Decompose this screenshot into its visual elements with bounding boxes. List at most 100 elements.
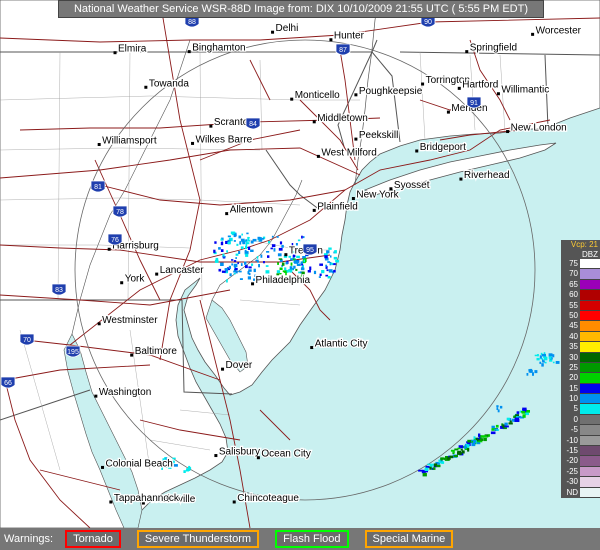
city-dot <box>225 212 229 216</box>
city-label: Springfield <box>470 43 517 54</box>
city-dot <box>221 367 225 371</box>
shield-label: 87 <box>339 47 347 54</box>
echo-pixel <box>480 435 485 438</box>
interstate-shield: 95 <box>302 243 318 256</box>
shield-label: 95 <box>306 247 314 254</box>
city-label: Delhi <box>276 23 299 34</box>
echo-pixel <box>548 356 552 359</box>
echo-pixel <box>295 268 298 271</box>
city-label: Hartford <box>462 79 498 90</box>
echo-pixel <box>238 270 242 273</box>
city-marker: Binghamton <box>187 41 247 55</box>
echo-pixel <box>273 248 276 252</box>
shield-label: 76 <box>111 237 119 244</box>
echo-pixel <box>234 268 238 271</box>
echo-pixel <box>453 455 458 458</box>
legend-swatch <box>580 435 600 447</box>
legend-swatch <box>580 383 600 395</box>
legend-row: 45 <box>561 321 600 332</box>
legend-swatch <box>580 425 600 436</box>
city-dot <box>496 92 500 96</box>
echo-pixel <box>185 469 190 472</box>
echo-pixel <box>247 276 251 280</box>
shield-label: 90 <box>424 19 432 26</box>
echo-pixel <box>246 232 249 235</box>
echo-pixel <box>441 457 445 460</box>
echo-pixel <box>326 250 330 254</box>
echo-pixel <box>239 242 242 245</box>
echo-pixel <box>228 265 231 269</box>
legend-swatch <box>580 290 600 301</box>
warning-flash-flood-button[interactable]: Flash Flood <box>275 530 349 548</box>
legend-row: 65 <box>561 279 600 291</box>
legend-swatch <box>580 456 600 467</box>
echo-pixel <box>323 253 328 256</box>
legend-value: -25 <box>561 466 580 478</box>
echo-pixel <box>436 464 441 468</box>
echo-pixel <box>502 424 505 428</box>
city-marker: Colonial Beach <box>101 457 174 471</box>
city-dot <box>310 346 314 350</box>
legend-value: 20 <box>561 373 580 384</box>
echo-pixel <box>247 237 250 239</box>
echo-pixel <box>321 270 325 274</box>
echo-pixel <box>526 373 529 376</box>
echo-pixel <box>265 270 270 274</box>
legend-value: 60 <box>561 290 580 301</box>
warning-tornado-button[interactable]: Tornado <box>65 530 121 548</box>
echo-pixel <box>239 278 243 280</box>
echo-pixel <box>541 363 544 367</box>
echo-pixel <box>433 463 438 467</box>
echo-pixel <box>328 269 333 273</box>
echo-pixel <box>543 356 548 361</box>
echo-pixel <box>260 254 263 258</box>
interstate-shield: 76 <box>107 233 123 246</box>
echo-pixel <box>213 249 216 253</box>
legend-swatch <box>580 414 600 426</box>
warning-severe-thunderstorm-button[interactable]: Severe Thunderstorm <box>136 530 260 548</box>
echo-pixel <box>241 233 243 236</box>
city-dot <box>354 137 358 141</box>
echo-pixel <box>532 372 534 376</box>
city-marker: Baltimore <box>130 345 179 358</box>
city-dot <box>214 454 218 458</box>
legend-row: 25 <box>561 362 600 374</box>
echo-pixel <box>221 270 226 273</box>
echo-pixel <box>473 439 476 444</box>
warning-special-marine-button[interactable]: Special Marine <box>364 530 454 548</box>
echo-pixel <box>544 361 547 364</box>
city-label: Binghamton <box>192 43 245 54</box>
legend-row: 10 <box>561 394 600 405</box>
echo-pixel <box>313 270 317 275</box>
echo-pixel <box>309 266 312 270</box>
city-marker: Atlantic City <box>310 337 369 351</box>
legend-value: 50 <box>561 310 580 322</box>
echo-pixel <box>418 469 423 472</box>
city-dot <box>94 394 98 398</box>
echo-pixel <box>233 260 237 262</box>
echo-pixel <box>218 247 221 250</box>
legend-swatch <box>580 310 600 322</box>
warnings-label: Warnings: <box>4 533 54 545</box>
interstate-shield: 91 <box>466 96 482 109</box>
city-marker: Chincoteague <box>232 492 301 505</box>
echo-pixel <box>300 261 303 265</box>
city-dot <box>113 51 117 55</box>
echo-pixel <box>302 236 305 239</box>
legend-row: 75 <box>561 259 600 270</box>
echo-pixel <box>281 262 285 266</box>
echo-pixel <box>261 237 265 240</box>
city-marker: Delhi <box>271 22 300 35</box>
city-label: Colonial Beach <box>106 458 173 469</box>
echo-pixel <box>248 266 252 269</box>
echo-pixel <box>245 241 248 245</box>
city-label: Bridgeport <box>420 142 466 153</box>
city-label: Chincoteague <box>237 493 299 504</box>
legend-value: 5 <box>561 404 580 415</box>
echo-pixel <box>218 268 222 272</box>
echo-pixel <box>265 265 269 267</box>
echo-pixel <box>222 255 226 258</box>
echo-pixel <box>522 407 527 411</box>
echo-pixel <box>245 253 249 257</box>
echo-pixel <box>319 263 323 266</box>
